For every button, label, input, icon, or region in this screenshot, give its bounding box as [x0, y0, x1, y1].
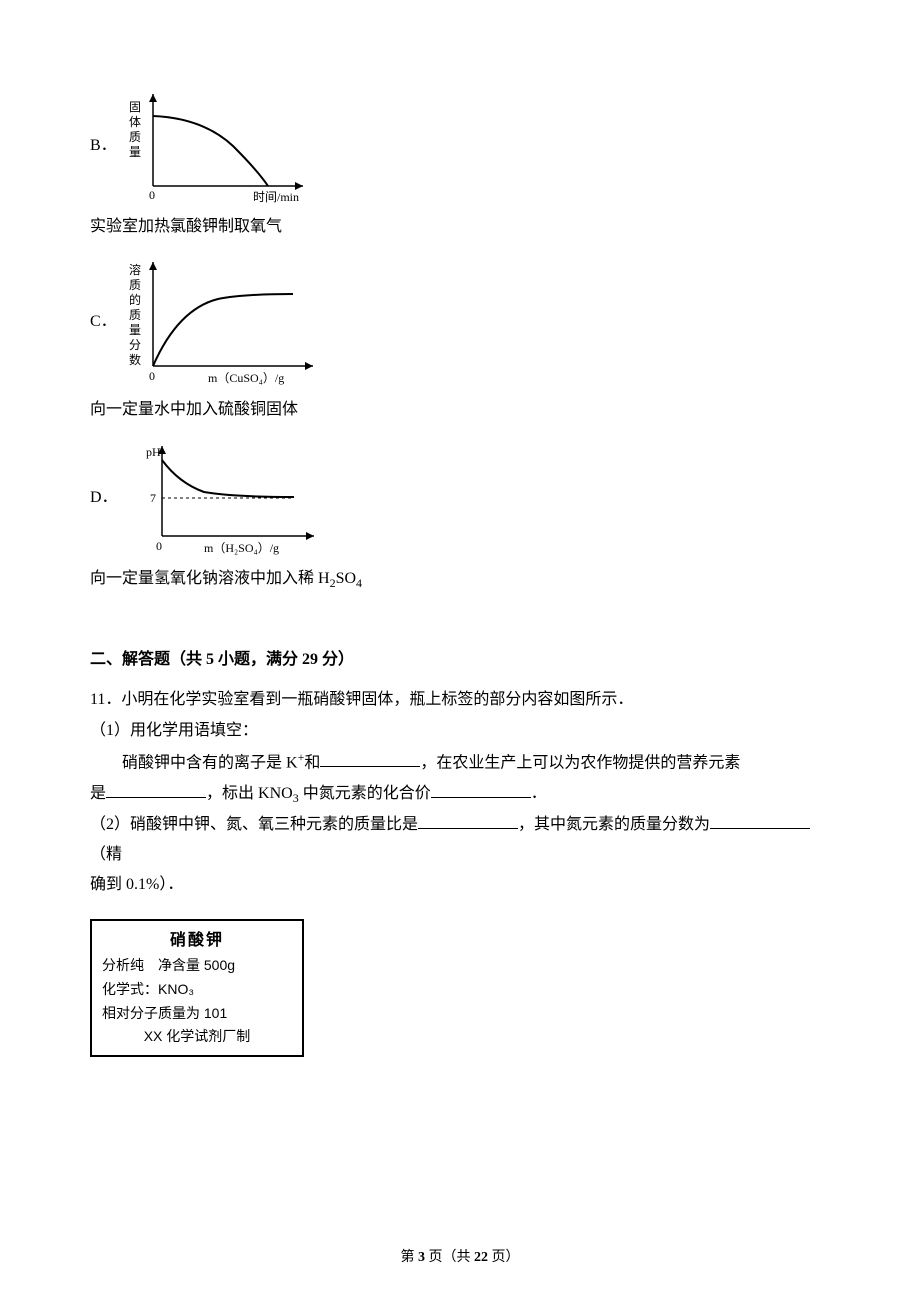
blank-mass-ratio[interactable]: [418, 811, 518, 829]
q11-p2-line1: （2）硝酸钾中钾、氮、氧三种元素的质量比是 ，其中氮元素的质量分数为 （精: [90, 810, 830, 871]
q11-p1-label: （1）用化学用语填空：: [90, 716, 830, 746]
label-line-2: 化学式：KNO₃: [102, 978, 292, 1002]
q11-p1-line1-c: ，在农业生产上可以为农作物提供的营养元素: [420, 754, 740, 771]
svg-text:量: 量: [129, 323, 141, 337]
q11-p1-line2-b: ，标出 KNO: [206, 785, 293, 802]
q11-p2-b: ，其中氮元素的质量分数为: [518, 816, 710, 833]
option-d-sub2: 4: [356, 576, 362, 590]
svg-text:质: 质: [129, 308, 141, 322]
blank-mass-fraction[interactable]: [710, 811, 810, 829]
option-d-graph: pH 7 0 m（H₂SO₄）/g: [124, 438, 324, 558]
label-line-4: XX 化学试剂厂制: [102, 1025, 292, 1049]
q11-p2-a: （2）硝酸钾中钾、氮、氧三种元素的质量比是: [90, 816, 418, 833]
svg-text:m（H₂SO₄）/g: m（H₂SO₄）/g: [204, 541, 279, 555]
option-b-graph: 固 体 质 量 0 时间/min: [123, 86, 313, 206]
svg-text:数: 数: [129, 352, 141, 367]
label-title: 硝酸钾: [102, 927, 292, 954]
reagent-label-box: 硝酸钾 分析纯 净含量 500g 化学式：KNO₃ 相对分子质量为 101 XX…: [90, 919, 304, 1057]
svg-text:0: 0: [149, 369, 155, 383]
q11-p1-line2-a: 是: [90, 785, 106, 802]
svg-text:7: 7: [150, 491, 156, 505]
footer-total: 22: [474, 1250, 488, 1265]
footer-a: 第: [401, 1250, 419, 1265]
page-footer: 第 3 页（共 22 页）: [0, 1245, 920, 1272]
svg-text:m（CuSO₄）/g: m（CuSO₄）/g: [208, 371, 284, 385]
option-c-letter: C．: [90, 307, 117, 337]
q11-p2-line2: 确到 0.1%）．: [90, 870, 830, 900]
svg-text:pH: pH: [146, 445, 161, 459]
svg-text:分: 分: [129, 338, 141, 352]
option-b-desc: 实验室加热氯酸钾制取氧气: [90, 212, 830, 242]
option-c-desc: 向一定量水中加入硫酸铜固体: [90, 395, 830, 425]
q11-p1-line2: 是，标出 KNO3 中氮元素的化合价．: [90, 779, 830, 810]
section-2-title: 二、解答题（共 5 小题，满分 29 分）: [90, 645, 830, 675]
q11-p1-line2-d: ．: [531, 785, 547, 802]
blank-valence[interactable]: [431, 780, 531, 798]
option-d-desc-pre: 向一定量氢氧化钠溶液中加入稀 H: [90, 570, 330, 587]
option-c-graph: 溶 质 的 质 量 分 数 0 m（CuSO₄）/g: [123, 254, 323, 389]
footer-c: 页）: [488, 1250, 520, 1265]
option-d-row: D． pH 7 0 m（H₂SO₄）/g: [90, 438, 830, 558]
q11-p1-line1: 硝酸钾中含有的离子是 K+和，在农业生产上可以为农作物提供的营养元素: [90, 746, 830, 779]
svg-text:质: 质: [129, 278, 141, 292]
option-d-desc-mid: SO: [336, 570, 356, 587]
footer-b: 页（共: [425, 1250, 474, 1265]
option-c-row: C． 溶 质 的 质 量 分 数 0 m（CuSO₄）/g: [90, 254, 830, 389]
label-line-1: 分析纯 净含量 500g: [102, 954, 292, 978]
q11-p1-line1-b: 和: [304, 754, 320, 771]
svg-text:体: 体: [129, 115, 141, 129]
svg-text:的: 的: [129, 292, 141, 307]
svg-text:固: 固: [129, 100, 141, 114]
q11-p1-line2-c: 中氮元素的化合价: [299, 785, 431, 802]
svg-text:0: 0: [149, 188, 155, 202]
footer-pg: 3: [418, 1250, 425, 1265]
blank-elements[interactable]: [106, 780, 206, 798]
svg-text:0: 0: [156, 539, 162, 553]
option-d-desc: 向一定量氢氧化钠溶液中加入稀 H2SO4: [90, 564, 830, 595]
option-b-row: B． 固 体 质 量 0 时间/min: [90, 86, 830, 206]
q11-p1-line1-a: 硝酸钾中含有的离子是 K: [122, 754, 298, 771]
label-line-3: 相对分子质量为 101: [102, 1002, 292, 1026]
blank-ion[interactable]: [320, 749, 420, 767]
q11-p2-c: （精: [90, 846, 122, 863]
svg-text:质: 质: [129, 130, 141, 144]
svg-text:溶: 溶: [129, 262, 141, 277]
svg-text:时间/min: 时间/min: [253, 190, 299, 204]
option-b-letter: B．: [90, 131, 117, 161]
option-d-letter: D．: [90, 483, 118, 513]
svg-text:量: 量: [129, 145, 141, 159]
q11-stem: 11．小明在化学实验室看到一瓶硝酸钾固体，瓶上标签的部分内容如图所示．: [90, 685, 830, 715]
